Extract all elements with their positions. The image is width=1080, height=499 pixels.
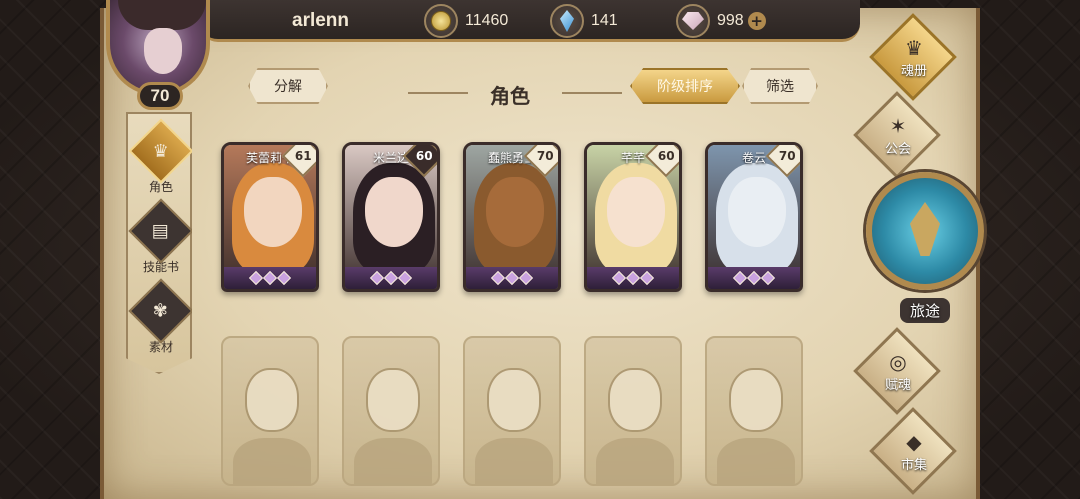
soul-gift-icon: ◎ (889, 349, 907, 374)
side-nav-material[interactable]: ✾ 素材 (128, 278, 192, 356)
sort-by-rank-button[interactable]: 阶级排序 (630, 68, 740, 104)
side-nav-character[interactable]: ♛ 角色 (128, 118, 192, 196)
locked-silhouette-icon (366, 368, 420, 432)
market-icon: ◆ (906, 429, 922, 454)
gem-amount: 998 (717, 12, 744, 29)
crystal-currency: 141 (550, 4, 618, 38)
locked-character-card[interactable] (584, 336, 682, 486)
crystal-icon (550, 4, 584, 38)
character-level: 70 (778, 148, 796, 163)
soul-gift-button[interactable]: ◎ 赋魂 (852, 327, 944, 415)
market-button[interactable]: ◆ 市集 (868, 407, 960, 495)
decompose-button[interactable]: 分解 (248, 68, 328, 104)
locked-character-card[interactable] (463, 336, 561, 486)
gold-amount: 11460 (465, 12, 509, 29)
player-level: 70 (137, 82, 183, 110)
character-level: 61 (294, 148, 312, 163)
locked-silhouette-icon (245, 368, 299, 432)
side-nav-skill-book[interactable]: ▤ 技能书 (128, 198, 192, 276)
soul-gift-label: 赋魂 (884, 377, 911, 393)
character-level: 60 (415, 148, 433, 163)
rarity-icon (345, 267, 437, 289)
side-nav: ♛ 角色 ▤ 技能书 ✾ 素材 (126, 112, 192, 374)
character-card[interactable]: 芙蕾莉卡 61 (221, 142, 319, 292)
material-icon: ✾ (128, 278, 192, 344)
rarity-icon (466, 267, 558, 289)
add-gem-button[interactable]: + (747, 12, 766, 30)
character-level: 60 (657, 148, 675, 163)
rarity-icon (587, 267, 679, 289)
character-card[interactable]: 米兰达 60 (342, 142, 440, 292)
journey-button[interactable] (866, 172, 984, 290)
journey-emblem-icon (910, 202, 940, 256)
locked-character-card[interactable] (221, 336, 319, 486)
skill-book-icon: ▤ (128, 198, 192, 264)
locked-silhouette-icon (487, 368, 541, 432)
character-card[interactable]: 卷云 70 (705, 142, 803, 292)
soul-book-icon: ♛ (905, 35, 923, 60)
guild-icon: ✶ (889, 113, 907, 138)
gold-currency: 11460 (424, 4, 508, 38)
gem-currency: 998 + (676, 4, 766, 38)
guild-button[interactable]: ✶ 公会 (852, 91, 944, 179)
locked-silhouette-icon (729, 368, 783, 432)
rarity-icon (708, 267, 800, 289)
gold-coin-icon (424, 4, 458, 38)
gem-icon (676, 4, 710, 38)
character-level: 70 (536, 148, 554, 163)
page-title: 角色 (490, 84, 530, 108)
locked-character-card[interactable] (342, 336, 440, 486)
title-ornament-right (562, 92, 622, 94)
guild-label: 公会 (884, 141, 911, 157)
crystal-amount: 141 (591, 12, 618, 29)
character-icon: ♛ (128, 118, 192, 184)
locked-character-card[interactable] (705, 336, 803, 486)
soul-book-button[interactable]: ♛ 魂册 (868, 13, 960, 101)
username: arlenn (292, 10, 350, 31)
rarity-icon (224, 267, 316, 289)
character-card[interactable]: 芊芊 60 (584, 142, 682, 292)
filter-button[interactable]: 筛选 (742, 68, 818, 104)
market-label: 市集 (900, 457, 927, 473)
soul-book-label: 魂册 (900, 63, 927, 79)
journey-label: 旅途 (900, 298, 951, 323)
title-ornament-left (408, 92, 468, 94)
character-card[interactable]: 蠢熊勇士 70 (463, 142, 561, 292)
locked-silhouette-icon (608, 368, 662, 432)
